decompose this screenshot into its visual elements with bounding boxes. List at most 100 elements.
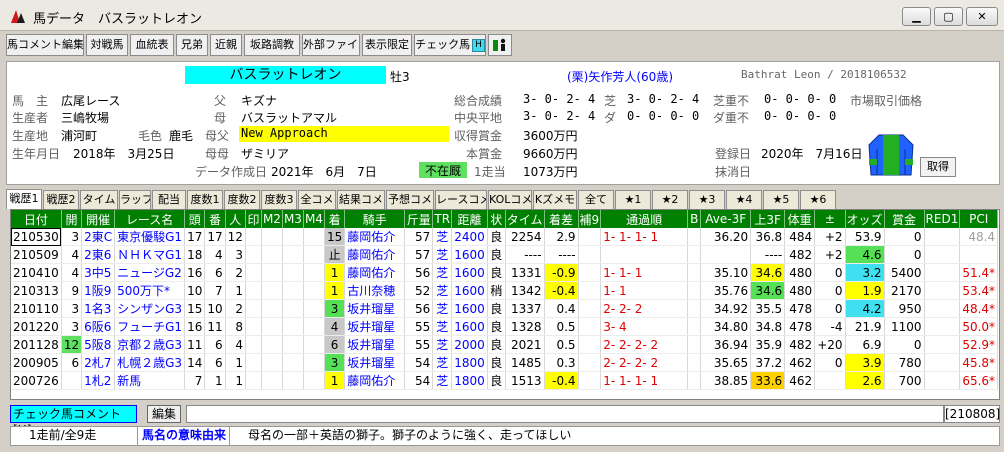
race-row[interactable]: 200726 1札2 新馬 7 1 1 1 藤岡佑介 54 芝 1800 良 1513 -0.4 1- 1-…: [11, 371, 999, 390]
race-row[interactable]: 201220 3 6阪6 フューチG1 16 11 8 4 坂井瑠星 55 芝 1600 良 1328 0.…: [11, 317, 999, 336]
column-header[interactable]: Ave-3F: [700, 210, 752, 228]
race-row[interactable]: 210410 4 3中5 ニュージG2 16 6 2 1 藤岡佑介 56 芝 1600 良 1331 -0.…: [11, 263, 999, 282]
race-cell: 1600: [451, 317, 488, 336]
column-header[interactable]: 人: [225, 210, 246, 228]
column-header[interactable]: M4: [303, 210, 325, 228]
display-limit-button[interactable]: 表示限定: [362, 34, 412, 56]
race-cell: [245, 335, 262, 354]
tab-lap[interactable]: ラップ: [119, 190, 151, 209]
tab-k-memo[interactable]: Kズメモ: [533, 190, 577, 209]
horse-comment-edit-button[interactable]: 馬コメント編集: [6, 34, 84, 56]
column-header[interactable]: 通過順: [600, 210, 689, 228]
dam: バスラットアマル: [241, 111, 338, 125]
column-header[interactable]: 賞金: [884, 210, 925, 228]
tab-freq3[interactable]: 度数3: [261, 190, 297, 209]
column-header[interactable]: B: [687, 210, 702, 228]
tab-star2[interactable]: ★2: [652, 190, 688, 209]
race-cell: 210110: [11, 299, 62, 318]
race-cell: 55: [404, 335, 434, 354]
column-header[interactable]: 開: [61, 210, 83, 228]
tab-freq2[interactable]: 度数2: [224, 190, 260, 209]
tab-prediction-comments[interactable]: 予想コメ: [386, 190, 434, 209]
race-cell: 34.80: [700, 317, 752, 336]
column-header[interactable]: 日付: [11, 210, 62, 228]
get-button[interactable]: 取得: [920, 157, 956, 177]
tab-star6[interactable]: ★6: [800, 190, 836, 209]
race-cell: [687, 317, 702, 336]
hill-training-button[interactable]: 坂路調教: [244, 34, 300, 56]
turf-heavy-record: 0- 0- 0- 0: [764, 92, 837, 106]
column-header[interactable]: 距離: [451, 210, 488, 228]
race-row[interactable]: 210110 3 1名3 シンザンG3 15 10 2 3 坂井瑠星 56 芝 1600 良 1337 0.…: [11, 299, 999, 318]
column-header[interactable]: RED1: [924, 210, 961, 228]
column-header[interactable]: 開催: [81, 210, 116, 228]
relatives-button[interactable]: 近親: [210, 34, 242, 56]
column-header[interactable]: 斤量: [404, 210, 434, 228]
column-header[interactable]: PCI: [959, 210, 999, 228]
race-row[interactable]: 201128 12 5阪8 京都２歳G3 11 6 4 6 坂井瑠星 55 芝 2000 良 2021 0.…: [11, 335, 999, 354]
race-cell: 54: [404, 371, 434, 390]
siblings-button[interactable]: 兄弟: [176, 34, 208, 56]
race-cell: [261, 299, 283, 318]
race-cell: [687, 263, 702, 282]
tab-result-comments[interactable]: 結果コメ: [337, 190, 385, 209]
tab-battle1[interactable]: 戦歴1: [6, 189, 42, 209]
jockey-icon-button[interactable]: [488, 34, 512, 56]
tab-kol-comments[interactable]: KOLコメ: [488, 190, 532, 209]
external-file-button[interactable]: 外部ファイル: [302, 34, 360, 56]
tab-battle2[interactable]: 戦歴2: [43, 190, 79, 209]
race-cell: 36.8: [750, 228, 786, 246]
check-comment-field[interactable]: [186, 405, 944, 423]
maximize-button[interactable]: ▢: [934, 7, 963, 26]
column-header[interactable]: M3: [282, 210, 304, 228]
race-cell: 0: [814, 353, 846, 372]
race-cell: [261, 317, 283, 336]
race-cell: [578, 335, 602, 354]
tab-race-comments[interactable]: レースコメ: [435, 190, 487, 209]
minimize-button[interactable]: ▁: [902, 7, 931, 26]
race-row[interactable]: 210530 3 2東C 東京優駿G1 17 17 12 15 藤岡佑介 57 芝 2400 良 2254…: [11, 228, 999, 246]
close-button[interactable]: ✕: [966, 7, 998, 26]
column-header[interactable]: 補9: [578, 210, 602, 228]
column-header[interactable]: 体重: [784, 210, 816, 228]
column-header[interactable]: TR: [432, 210, 453, 228]
column-header[interactable]: 頭: [184, 210, 206, 228]
tab-star5[interactable]: ★5: [763, 190, 799, 209]
tab-time[interactable]: タイム: [80, 190, 118, 209]
race-row[interactable]: 200905 6 2札7 札幌２歳G3 14 6 1 3 坂井瑠星 54 芝 1800 良 1485 0.3…: [11, 353, 999, 372]
race-row[interactable]: 210313 9 1阪9 500万下* 10 7 1 1 古川奈穂 52 芝 1600 稍 1342 -0.…: [11, 281, 999, 300]
column-header[interactable]: オッズ: [845, 210, 885, 228]
column-header[interactable]: タイム: [505, 210, 545, 228]
column-header[interactable]: 状: [487, 210, 506, 228]
dirt-record: 0- 0- 0- 0: [627, 109, 700, 123]
race-cell: 芝: [432, 317, 453, 336]
opponents-button[interactable]: 対戦馬: [86, 34, 128, 56]
race-cell: [282, 335, 304, 354]
tab-payout[interactable]: 配当: [152, 190, 186, 209]
tab-star1[interactable]: ★1: [615, 190, 651, 209]
column-header[interactable]: 印: [245, 210, 262, 228]
race-cell: 201128: [11, 335, 62, 354]
check-horse-button[interactable]: チェック馬 H: [414, 34, 486, 56]
column-header[interactable]: 番: [204, 210, 226, 228]
column-header[interactable]: レース名: [114, 210, 186, 228]
race-cell: 1485: [505, 353, 545, 372]
column-header[interactable]: 着: [324, 210, 346, 228]
edit-comment-button[interactable]: 編集: [147, 405, 181, 423]
race-cell: 34.8: [750, 317, 786, 336]
tab-freq1[interactable]: 度数1: [187, 190, 223, 209]
column-header[interactable]: M2: [261, 210, 283, 228]
pedigree-button[interactable]: 血統表: [130, 34, 174, 56]
tab-star4[interactable]: ★4: [726, 190, 762, 209]
race-cell: 3: [61, 299, 83, 318]
column-header[interactable]: ±: [814, 210, 846, 228]
column-header[interactable]: 上3F: [750, 210, 786, 228]
column-header[interactable]: 騎手: [344, 210, 406, 228]
column-header[interactable]: 着差: [544, 210, 579, 228]
tab-star3[interactable]: ★3: [689, 190, 725, 209]
race-cell: ----: [750, 245, 786, 264]
tab-all-comments[interactable]: 全コメ: [298, 190, 336, 209]
tab-all[interactable]: 全て: [578, 190, 614, 209]
race-cell: 0: [814, 281, 846, 300]
race-row[interactable]: 210509 4 2東6 ＮＨＫマG1 18 4 3 止藤岡佑介 57 芝 1600 良 ---- ---…: [11, 245, 999, 264]
